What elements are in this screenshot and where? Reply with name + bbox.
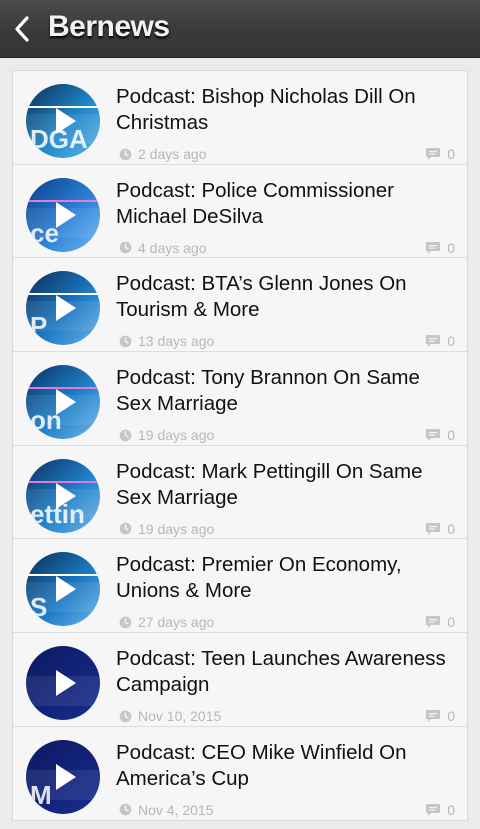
comment-count[interactable]: 0 [425, 614, 455, 630]
back-button[interactable] [10, 14, 34, 44]
podcast-thumbnail: M [26, 739, 100, 814]
comment-count-label: 0 [447, 614, 455, 631]
comment-bubble-icon [426, 803, 441, 816]
clock-icon [119, 710, 132, 722]
chevron-left-icon [15, 16, 29, 42]
date-label: 27 days ago [138, 614, 215, 631]
date-label: 13 days ago [138, 333, 215, 350]
podcast-title: Podcast: Premier On Economy, Unions & Mo… [116, 553, 402, 603]
comment-bubble-icon [426, 710, 441, 723]
podcast-thumbnail: ce [26, 177, 100, 252]
podcast-title: Podcast: Bishop Nicholas Dill On Christm… [116, 85, 416, 134]
comment-count-label: 0 [447, 708, 455, 725]
date-label: Nov 10, 2015 [138, 708, 222, 725]
play-icon [56, 763, 76, 790]
list-item[interactable]: on Podcast: Tony Brannon On Same Sex Mar… [13, 352, 467, 446]
play-icon [56, 201, 76, 228]
date-label: 19 days ago [138, 520, 215, 537]
list-item[interactable]: Podcast: Teen Launches Awareness Campaig… [13, 633, 467, 727]
date-label: 19 days ago [138, 427, 215, 444]
podcast-list: DGA Podcast: Bishop Nicholas Dill On Chr… [12, 70, 468, 821]
clock-icon [119, 335, 132, 348]
play-icon [56, 389, 76, 416]
comment-bubble-icon [426, 241, 441, 254]
post-date: 19 days ago [119, 521, 214, 537]
comment-count-label: 0 [447, 146, 455, 162]
app-title: Bernews [48, 10, 170, 43]
comment-count[interactable]: 0 [425, 240, 455, 256]
play-icon [56, 482, 76, 509]
comment-count[interactable]: 0 [425, 708, 455, 724]
date-label: 2 days ago [138, 146, 207, 162]
post-date: Nov 4, 2015 [119, 802, 214, 818]
podcast-thumbnail [26, 646, 100, 721]
list-item[interactable]: S Podcast: Premier On Economy, Unions & … [13, 539, 467, 634]
podcast-thumbnail: ettin [26, 458, 100, 533]
comment-count[interactable]: 0 [425, 146, 455, 162]
podcast-title: Podcast: Police Commissioner Michael DeS… [116, 178, 394, 228]
podcast-thumbnail: on [26, 365, 100, 440]
post-date: 19 days ago [119, 427, 214, 443]
comment-count-label: 0 [447, 520, 455, 537]
list-item[interactable]: M Podcast: CEO Mike Winfield On America’… [13, 727, 467, 821]
podcast-thumbnail: P [26, 271, 100, 346]
clock-icon [119, 429, 132, 441]
comment-bubble-icon [426, 429, 441, 442]
clock-icon [119, 803, 132, 816]
comment-count-label: 0 [447, 333, 455, 350]
play-icon [56, 295, 76, 322]
podcast-title: Podcast: Tony Brannon On Same Sex Marria… [116, 366, 420, 416]
clock-icon [119, 522, 132, 535]
comment-count-label: 0 [447, 801, 455, 818]
clock-icon [119, 616, 132, 629]
comment-count[interactable]: 0 [425, 333, 455, 349]
play-icon [56, 670, 76, 697]
play-icon [56, 108, 76, 134]
clock-icon [119, 241, 132, 254]
podcast-thumbnail: S [26, 552, 100, 627]
comment-bubble-icon [426, 522, 441, 535]
post-date: 13 days ago [119, 333, 214, 349]
clock-icon [119, 148, 132, 160]
post-date: 27 days ago [119, 614, 214, 630]
podcast-thumbnail: DGA [26, 84, 100, 158]
post-date: 4 days ago [119, 240, 207, 256]
podcast-title: Podcast: BTA’s Glenn Jones On Tourism & … [116, 272, 407, 322]
podcast-title: Podcast: Mark Pettingill On Same Sex Mar… [116, 459, 423, 509]
comment-bubble-icon [426, 616, 441, 629]
comment-bubble-icon [426, 335, 441, 348]
list-item[interactable]: ettin Podcast: Mark Pettingill On Same S… [13, 446, 467, 540]
comment-count[interactable]: 0 [425, 521, 455, 537]
play-icon [56, 576, 76, 603]
top-bar: Bernews [0, 0, 480, 58]
list-item[interactable]: DGA Podcast: Bishop Nicholas Dill On Chr… [13, 71, 467, 165]
podcast-title: Podcast: CEO Mike Winfield On America’s … [116, 740, 407, 790]
post-date: 2 days ago [119, 146, 207, 162]
comment-count[interactable]: 0 [425, 427, 455, 443]
comment-count-label: 0 [447, 239, 455, 256]
comment-count[interactable]: 0 [425, 802, 455, 818]
comment-count-label: 0 [447, 427, 455, 444]
date-label: 4 days ago [138, 239, 207, 256]
list-item[interactable]: ce Podcast: Police Commissioner Michael … [13, 165, 467, 259]
podcast-title: Podcast: Teen Launches Awareness Campaig… [116, 647, 446, 697]
comment-bubble-icon [426, 148, 441, 160]
post-date: Nov 10, 2015 [119, 708, 221, 724]
date-label: Nov 4, 2015 [138, 801, 214, 818]
list-item[interactable]: P Podcast: BTA’s Glenn Jones On Tourism … [13, 258, 467, 353]
